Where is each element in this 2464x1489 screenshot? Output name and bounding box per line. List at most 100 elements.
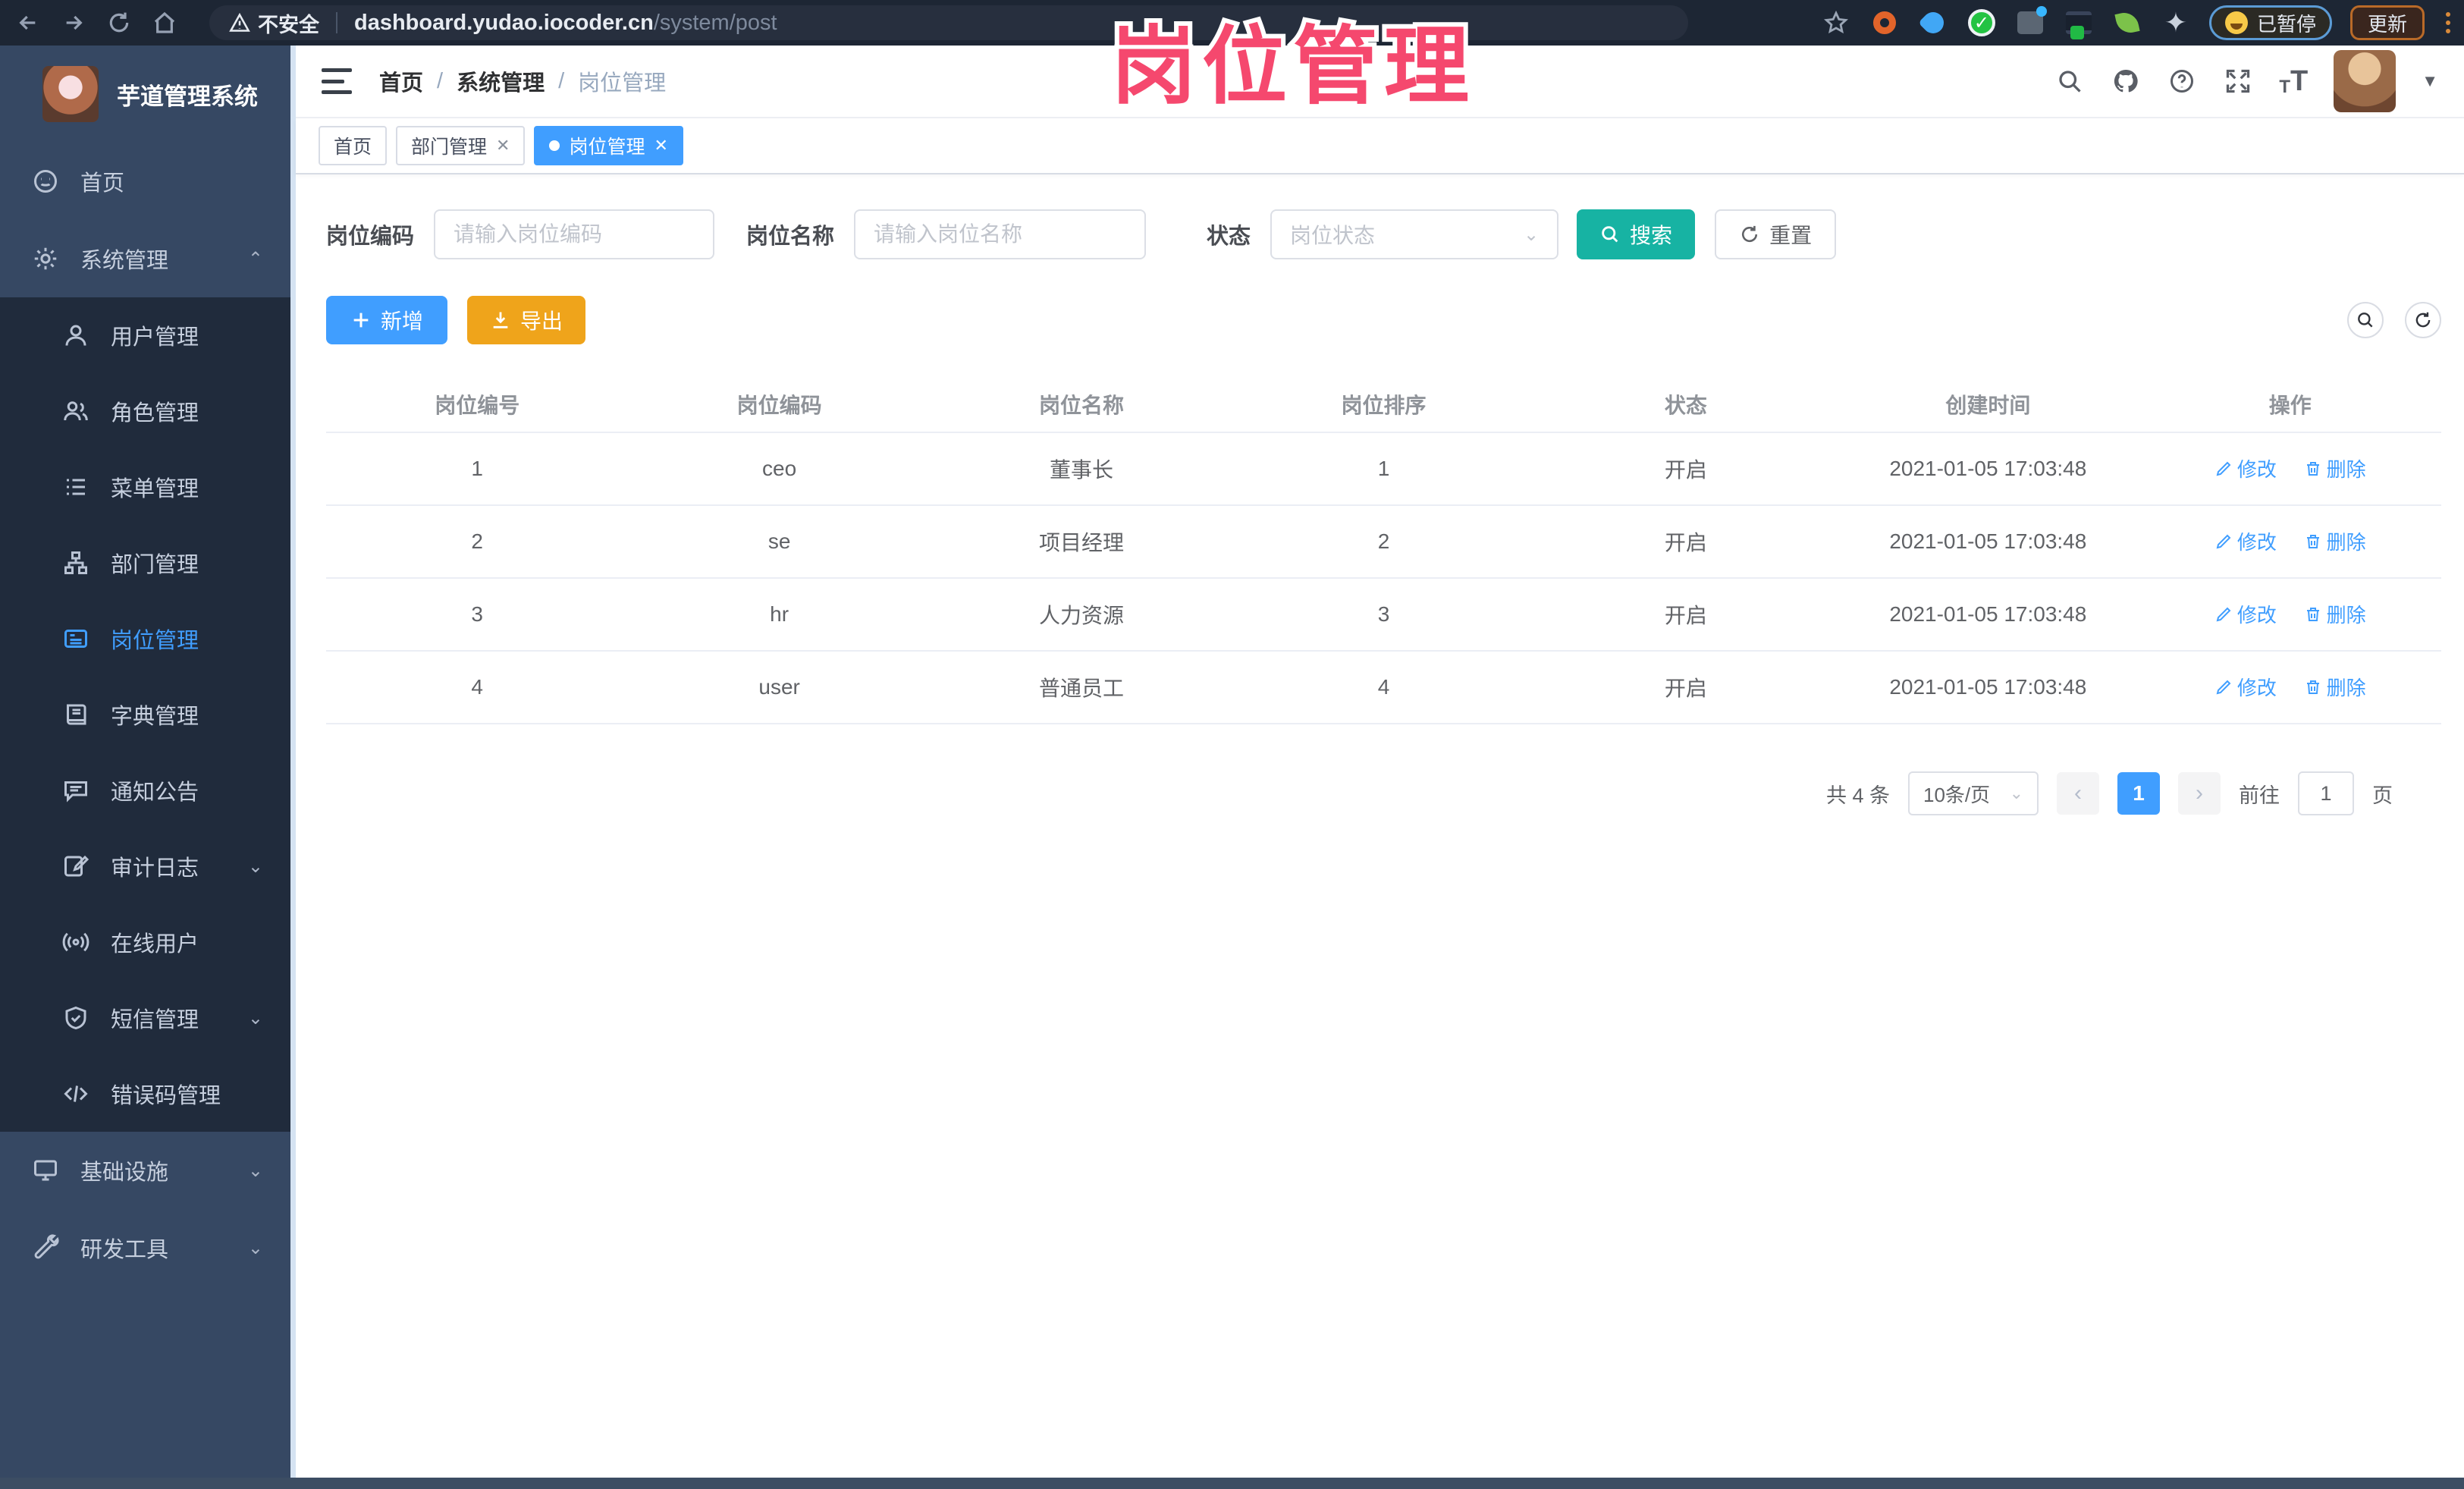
home-icon <box>154 11 175 33</box>
download-icon <box>493 312 508 328</box>
sidebar-item-label: 通知公告 <box>111 781 199 805</box>
fullscreen-button[interactable] <box>2223 66 2253 96</box>
question-circle-icon <box>2171 70 2194 93</box>
browser-reload-button[interactable] <box>105 8 133 37</box>
url-host: dashboard.yudao.iocoder.cn <box>354 10 654 35</box>
reset-button[interactable]: 重置 <box>1715 209 1837 259</box>
next-page-button[interactable]: › <box>2178 772 2221 815</box>
delete-link[interactable]: 删除 <box>2304 600 2366 628</box>
tag-close-icon[interactable]: ✕ <box>496 136 510 155</box>
sidebar-item-departments[interactable]: 部门管理 <box>0 525 290 601</box>
table-row: 2 se 项目经理 2 开启 2021-01-05 17:03:48 修改 删除 <box>326 505 2441 579</box>
back-arrow-icon <box>19 15 36 30</box>
delete-link[interactable]: 删除 <box>2304 527 2366 555</box>
page-size-select[interactable]: 10条/页 ⌄ <box>1908 771 2039 815</box>
sidebar-item-dictionary[interactable]: 字典管理 <box>0 677 290 752</box>
browser-back-button[interactable] <box>14 8 42 37</box>
url-bar[interactable]: 不安全 dashboard.yudao.iocoder.cn/system/po… <box>209 5 1688 40</box>
github-link-button[interactable] <box>2111 66 2141 96</box>
browser-update-button[interactable]: 更新 <box>2349 5 2425 40</box>
browser-toolbar: 不安全 dashboard.yudao.iocoder.cn/system/po… <box>0 0 2464 46</box>
search-button[interactable]: 搜索 <box>1577 209 1696 259</box>
add-button[interactable]: 新增 <box>326 296 448 344</box>
post-name-input[interactable] <box>854 209 1147 259</box>
tag-home[interactable]: 首页 <box>319 126 388 165</box>
sidebar-item-online-users[interactable]: 在线用户 <box>0 904 290 980</box>
user-avatar[interactable] <box>2334 50 2397 112</box>
export-button[interactable]: 导出 <box>467 296 586 344</box>
post-code-input[interactable] <box>434 209 715 259</box>
search-icon <box>2358 313 2373 328</box>
sidebar-item-label: 菜单管理 <box>111 477 199 501</box>
pencil-icon <box>2216 461 2231 476</box>
breadcrumb-home[interactable]: 首页 <box>379 65 423 97</box>
tag-departments[interactable]: 部门管理 ✕ <box>396 126 526 165</box>
tag-close-icon[interactable]: ✕ <box>654 136 667 155</box>
sidebar-item-audit-log[interactable]: 审计日志 ⌄ <box>0 828 290 904</box>
delete-link[interactable]: 删除 <box>2304 673 2366 701</box>
browser-home-button[interactable] <box>150 8 179 37</box>
sidebar-item-announcements[interactable]: 通知公告 <box>0 752 290 828</box>
goto-page-input[interactable] <box>2298 771 2354 815</box>
status-select[interactable]: 岗位状态 ⌄ <box>1270 209 1559 259</box>
prev-page-button[interactable]: ‹ <box>2057 772 2099 815</box>
help-button[interactable] <box>2167 66 2197 96</box>
avatar-caret-down-icon[interactable]: ▼ <box>2422 71 2438 91</box>
post-badge-icon <box>62 625 89 652</box>
cell-code: ceo <box>628 432 931 506</box>
extension-list-icon[interactable] <box>2064 8 2094 39</box>
breadcrumb-system[interactable]: 系统管理 <box>457 65 545 97</box>
sidebar-item-dev-tools[interactable]: 研发工具 ⌄ <box>0 1209 290 1286</box>
browser-menu-button[interactable] <box>2446 12 2450 33</box>
menu-list-icon <box>62 473 89 501</box>
goto-label: 前往 <box>2239 784 2280 807</box>
sidebar-item-roles[interactable]: 角色管理 <box>0 373 290 449</box>
extension-columns-icon[interactable] <box>2015 6 2047 38</box>
extension-pinwheel-icon[interactable]: ✦ <box>2161 7 2191 38</box>
browser-forward-button[interactable] <box>59 8 88 37</box>
user-icon <box>62 322 89 349</box>
extension-drop-icon[interactable] <box>1918 8 1948 38</box>
cell-id: 3 <box>326 578 629 652</box>
edit-link[interactable]: 修改 <box>2214 673 2277 701</box>
page-number-button[interactable]: 1 <box>2117 772 2160 815</box>
sidebar-item-infrastructure[interactable]: 基础设施 ⌄ <box>0 1132 290 1209</box>
role-icon <box>62 397 89 425</box>
breadcrumb-current: 岗位管理 <box>578 71 667 96</box>
edit-link[interactable]: 修改 <box>2214 527 2277 555</box>
bookmark-star-icon[interactable] <box>1821 8 1851 38</box>
column-header: 岗位名称 <box>930 376 1233 433</box>
search-icon <box>2059 71 2081 93</box>
toggle-search-button[interactable] <box>2347 302 2384 338</box>
edit-link[interactable]: 修改 <box>2214 600 2277 628</box>
emoji-face-icon <box>2224 11 2248 34</box>
sidebar-item-users[interactable]: 用户管理 <box>0 297 290 373</box>
delete-link[interactable]: 删除 <box>2304 454 2366 482</box>
extension-leaf-icon[interactable] <box>2112 8 2142 38</box>
profile-paused-badge[interactable]: 已暂停 <box>2208 5 2332 40</box>
sidebar-item-error-codes[interactable]: 错误码管理 <box>0 1056 290 1132</box>
site-security-warning[interactable]: 不安全 <box>229 8 319 38</box>
extension-orange-icon[interactable] <box>1869 8 1900 38</box>
refresh-table-button[interactable] <box>2405 302 2441 338</box>
app-logo-row[interactable]: 芋道管理系统 <box>0 46 290 143</box>
app-navbar: 首页 / 系统管理 / 岗位管理 T T ▼ <box>296 46 2464 118</box>
sidebar-toggle-button[interactable] <box>322 68 352 94</box>
sidebar-item-menus[interactable]: 菜单管理 <box>0 449 290 525</box>
paused-label: 已暂停 <box>2256 12 2316 36</box>
extension-check-icon[interactable]: ✓ <box>1966 8 1997 38</box>
active-dot-icon <box>549 140 560 151</box>
page-unit-label: 页 <box>2372 784 2393 807</box>
sidebar-item-posts[interactable]: 岗位管理 <box>0 601 290 677</box>
app-logo-image <box>42 66 99 122</box>
edit-link[interactable]: 修改 <box>2214 454 2277 482</box>
screen: 不安全 dashboard.yudao.iocoder.cn/system/po… <box>0 0 2464 1489</box>
sms-shield-icon <box>62 1004 89 1032</box>
sidebar-item-sms[interactable]: 短信管理 ⌄ <box>0 980 290 1056</box>
tag-posts-active[interactable]: 岗位管理 ✕ <box>534 126 683 165</box>
sidebar-item-home[interactable]: 首页 <box>0 143 290 220</box>
font-size-button[interactable]: TT <box>2279 65 2308 98</box>
sidebar-item-system[interactable]: 系统管理 ⌃ <box>0 220 290 297</box>
header-search-button[interactable] <box>2054 66 2085 96</box>
chevron-left-icon: ‹ <box>2074 781 2082 806</box>
